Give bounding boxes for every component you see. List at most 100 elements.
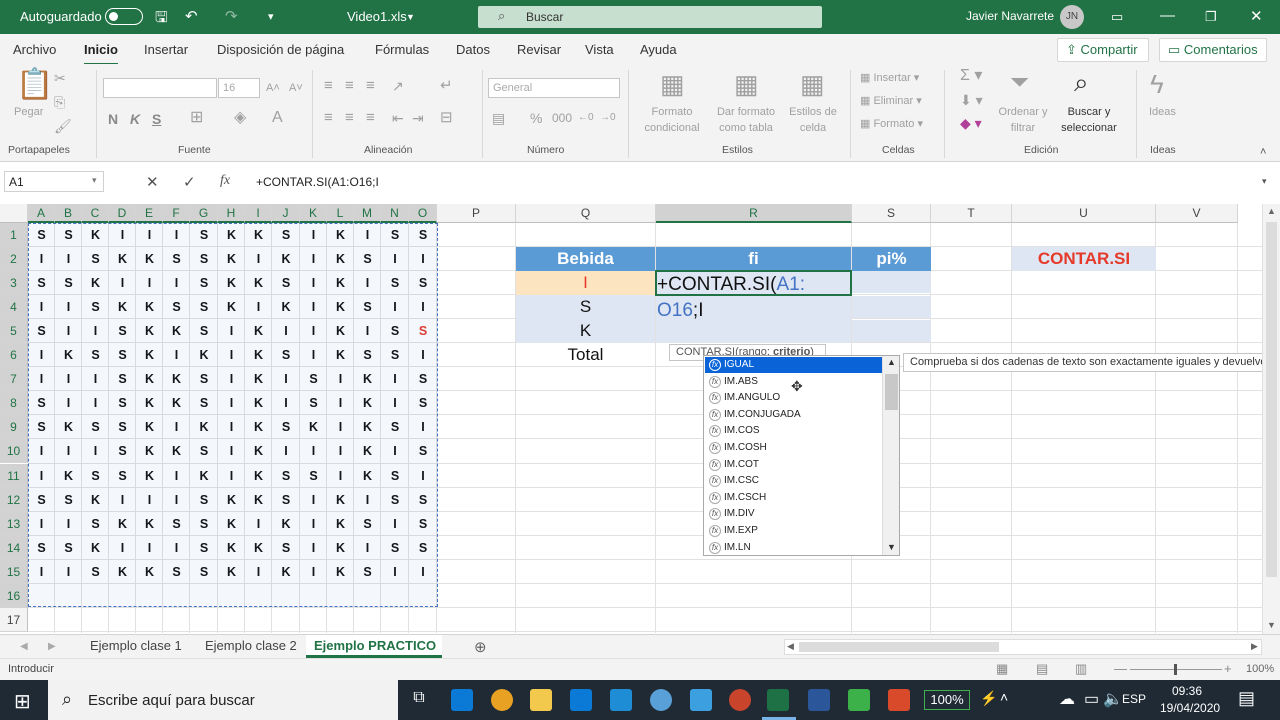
cell-styles-button[interactable]: Estilos de celda <box>782 104 844 136</box>
row-header-13[interactable]: 13 <box>0 511 28 536</box>
name-box[interactable]: A1 <box>4 171 104 192</box>
sort-filter-button[interactable]: Ordenar y filtrar <box>994 104 1052 136</box>
row-header-12[interactable]: 12 <box>0 487 28 512</box>
row-header-5[interactable]: 5 <box>0 319 28 344</box>
format-painter-icon[interactable]: 🖌 <box>54 118 72 134</box>
row-header-11[interactable]: 11 <box>0 463 28 488</box>
format-cells-button[interactable]: ▦ Formato ▾ <box>860 116 923 132</box>
pi-cell-i[interactable] <box>852 271 931 293</box>
column-header-m[interactable]: M <box>354 204 381 223</box>
scroll-down-icon[interactable]: ▼ <box>887 542 896 552</box>
paste-icon[interactable]: 📋 <box>16 70 53 100</box>
format-as-table-button[interactable]: Dar formato como tabla <box>710 104 782 136</box>
merge-cells-icon[interactable]: ⊟ <box>440 110 453 126</box>
pi-cell-k[interactable] <box>852 320 931 342</box>
font-color-icon[interactable]: A <box>272 110 283 126</box>
cancel-formula-icon[interactable]: ✕ <box>146 173 159 191</box>
customize-toolbar-icon[interactable]: ▾ <box>268 10 274 23</box>
fill-icon[interactable]: ⬇ ▾ <box>960 92 983 108</box>
network-icon[interactable]: ▭ <box>1084 689 1099 709</box>
label-total[interactable]: Total <box>516 343 655 367</box>
column-header-r[interactable]: R <box>656 204 852 223</box>
collapse-ribbon-icon[interactable]: ˄ <box>1260 144 1266 160</box>
tab-ayuda[interactable]: Ayuda <box>640 42 677 57</box>
label-i[interactable]: I <box>516 271 655 295</box>
accounting-format-icon[interactable]: ▤ <box>492 110 505 126</box>
column-header-j[interactable]: J <box>272 204 300 223</box>
column-header-g[interactable]: G <box>190 204 218 223</box>
formula-input[interactable]: +CONTAR.SI(A1:O16;I <box>250 171 1260 192</box>
align-right-icon[interactable]: ≡ <box>366 110 375 126</box>
column-header-i[interactable]: I <box>245 204 272 223</box>
close-icon[interactable]: ✕ <box>1250 7 1263 25</box>
ideas-icon[interactable]: ϟ <box>1150 70 1164 98</box>
grow-font-icon[interactable]: A˄ <box>266 80 280 96</box>
column-header-o[interactable]: O <box>409 204 437 223</box>
zoom-level[interactable]: 100% <box>1246 663 1274 675</box>
column-header-p[interactable]: P <box>437 204 516 223</box>
align-top-icon[interactable]: ≡ <box>324 78 333 94</box>
column-header-t[interactable]: T <box>931 204 1012 223</box>
app-icon[interactable] <box>650 689 672 711</box>
find-select-icon[interactable]: ⌕ <box>1074 68 1089 96</box>
clock-time[interactable]: 09:36 <box>1172 684 1202 698</box>
align-bottom-icon[interactable]: ≡ <box>366 78 375 94</box>
tab-datos[interactable]: Datos <box>456 42 490 57</box>
taskbar-search[interactable]: ⌕ Escribe aquí para buscar <box>48 680 398 720</box>
label-s[interactable]: S <box>516 295 655 319</box>
undo-icon[interactable]: ↶ <box>185 7 198 25</box>
tab-vista[interactable]: Vista <box>585 42 614 57</box>
hscroll-right-icon[interactable]: ▶ <box>1251 641 1258 652</box>
autocomplete-item[interactable]: fx IM.COSH <box>705 440 884 456</box>
share-button[interactable]: ⇪ Compartir <box>1057 38 1149 62</box>
zoom-out-icon[interactable]: — <box>1114 661 1127 676</box>
namebox-chevron-icon[interactable]: ▾ <box>92 175 97 186</box>
zoom-in-icon[interactable]: + <box>1224 661 1232 676</box>
tab-inicio[interactable]: Inicio <box>84 42 118 66</box>
autocomplete-item[interactable]: fx IM.LN <box>705 540 884 556</box>
normal-view-icon[interactable]: ▦ <box>996 661 1008 677</box>
input-language[interactable]: ESP <box>1122 692 1146 706</box>
expand-formula-icon[interactable]: ▾ <box>1262 176 1267 187</box>
underline-button[interactable]: S <box>152 111 161 127</box>
autocomplete-item[interactable]: fx IGUAL <box>705 357 884 373</box>
decrease-decimal-icon[interactable]: →0 <box>600 110 616 126</box>
orientation-icon[interactable]: ↗ <box>392 78 404 94</box>
shrink-font-icon[interactable]: A˅ <box>289 80 303 96</box>
autocomplete-item[interactable]: fx IM.DIV <box>705 506 884 522</box>
filename-chevron-icon[interactable]: ▼ <box>406 12 415 22</box>
add-sheet-icon[interactable]: ⊕ <box>474 638 487 656</box>
column-header-u[interactable]: U <box>1012 204 1156 223</box>
autocomplete-item[interactable]: fx IM.CONJUGADA <box>705 407 884 423</box>
font-family-select[interactable] <box>103 78 217 98</box>
row-header-1[interactable]: 1 <box>0 223 28 248</box>
row-header-6[interactable]: 6 <box>0 343 28 368</box>
tab-disposicion[interactable]: Disposición de página <box>217 42 344 57</box>
column-header-e[interactable]: E <box>136 204 163 223</box>
page-layout-icon[interactable]: ▤ <box>1036 661 1048 677</box>
row-header-10[interactable]: 10 <box>0 439 28 464</box>
column-header-d[interactable]: D <box>109 204 136 223</box>
tray-chevron-icon[interactable]: ˄ <box>1000 689 1008 705</box>
autosave-toggle[interactable] <box>105 8 143 25</box>
column-header-h[interactable]: H <box>218 204 245 223</box>
recorder-icon[interactable] <box>888 689 910 711</box>
select-all-corner[interactable] <box>0 204 28 223</box>
comments-button[interactable]: ▭ Comentarios <box>1159 38 1267 62</box>
column-header-v[interactable]: V <box>1156 204 1238 223</box>
fill-color-icon[interactable]: ◈ <box>234 110 246 126</box>
font-size-select[interactable]: 16 <box>218 78 260 98</box>
minimize-icon[interactable]: — <box>1160 7 1175 24</box>
restore-icon[interactable]: ❐ <box>1205 9 1217 25</box>
paste-label[interactable]: Pegar <box>14 104 43 120</box>
scroll-thumb[interactable] <box>885 374 898 410</box>
search-box[interactable]: ⌕ Buscar <box>478 6 822 28</box>
battery-icon[interactable]: ⚡ <box>980 690 997 707</box>
autocomplete-item[interactable]: fx IM.COS <box>705 423 884 439</box>
ribbon-display-icon[interactable]: ▭ <box>1111 9 1123 25</box>
column-header-n[interactable]: N <box>381 204 409 223</box>
cut-icon[interactable]: ✂ <box>54 70 66 86</box>
vscroll-up-icon[interactable]: ▲ <box>1267 206 1276 216</box>
sheet-tab-practico[interactable]: Ejemplo PRACTICO <box>314 638 436 653</box>
header-fi[interactable]: fi <box>656 247 851 271</box>
